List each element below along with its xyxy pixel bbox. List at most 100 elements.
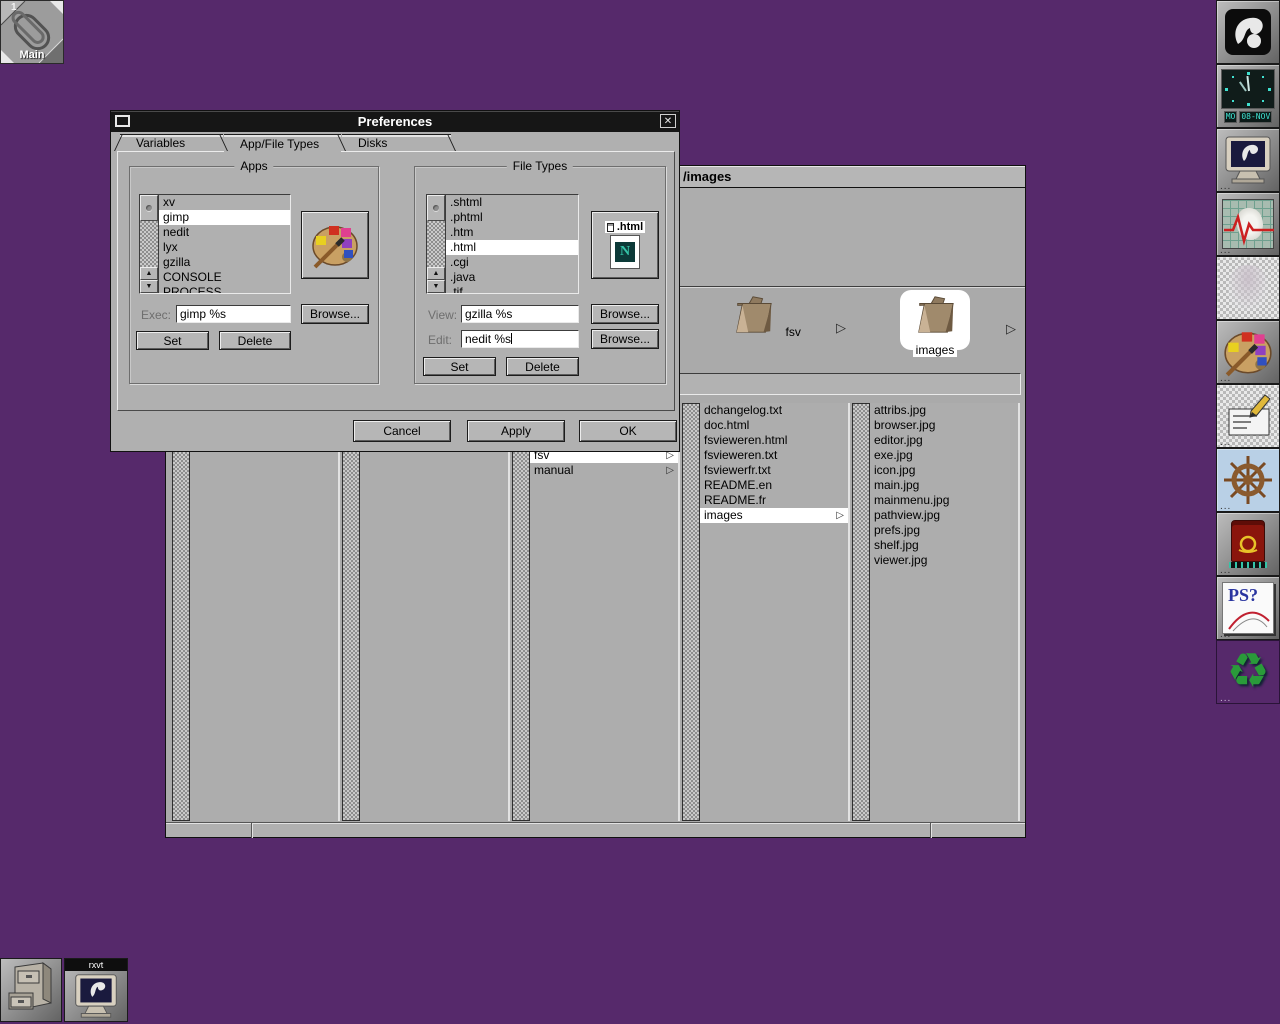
dock-tile-recycler[interactable]: ♻ ... (1216, 640, 1280, 704)
file-row[interactable]: manual▷ (530, 463, 678, 478)
monitor-icon (72, 973, 120, 1019)
file-row[interactable]: fsvieweren.html (700, 433, 848, 448)
dialog-titlebar[interactable]: Preferences (111, 111, 679, 132)
dock-tile-mailbox[interactable]: ... (1216, 512, 1280, 576)
column-scrollbar[interactable] (172, 403, 190, 821)
file-row[interactable]: fsviewerfr.txt (700, 463, 848, 478)
filetypes-list-scrollbar[interactable]: ▲ ▼ (427, 195, 446, 293)
file-row[interactable]: mainmenu.jpg (870, 493, 1018, 508)
clock-lcd-row: MO 08-NOV (1224, 111, 1273, 123)
column-scrollbar[interactable] (342, 403, 360, 821)
view-input[interactable]: gzilla %s (461, 305, 579, 323)
apps-delete-button[interactable]: Delete (219, 331, 291, 350)
file-row[interactable]: pathview.jpg (870, 508, 1018, 523)
dock-tile-mail-compose[interactable]: ... (1216, 384, 1280, 448)
filetype-icon-button[interactable]: .html N (591, 211, 659, 279)
filetypes-set-button[interactable]: Set (423, 357, 496, 376)
column-scrollbar[interactable] (682, 403, 700, 821)
file-row[interactable]: README.fr (700, 493, 848, 508)
clock-date: 08-NOV (1239, 111, 1272, 123)
scroll-up-icon: ▲ (433, 270, 440, 277)
list-item[interactable]: .tif (446, 285, 578, 293)
list-item[interactable]: .phtml (446, 210, 578, 225)
list-item[interactable]: gimp (159, 210, 290, 225)
file-row[interactable]: main.jpg (870, 478, 1018, 493)
exec-input[interactable]: gimp %s (176, 305, 291, 323)
subdir-arrow-icon: ▷ (666, 463, 674, 478)
path-folder-fsv[interactable]: fsv (726, 292, 806, 341)
dock-tile-system-monitor[interactable]: ... (1216, 192, 1280, 256)
mailbox-icon (1231, 520, 1265, 568)
file-row[interactable]: shelf.jpg (870, 538, 1018, 553)
ok-button[interactable]: OK (579, 420, 677, 442)
window-resizebar[interactable] (166, 822, 1025, 837)
app-icon-button[interactable] (301, 211, 369, 279)
file-row[interactable]: editor.jpg (870, 433, 1018, 448)
scroll-up-button[interactable]: ▲ (140, 267, 158, 280)
view-browse-button[interactable]: Browse... (591, 304, 659, 324)
apps-set-button[interactable]: Set (136, 331, 209, 350)
list-item[interactable]: .cgi (446, 255, 578, 270)
list-item[interactable]: .java (446, 270, 578, 285)
apply-button[interactable]: Apply (467, 420, 565, 442)
list-item[interactable]: xv (159, 195, 290, 210)
list-item[interactable]: lyx (159, 240, 290, 255)
dock-tile-terminal[interactable]: ... (1216, 128, 1280, 192)
column-scrollbar[interactable] (512, 403, 530, 821)
workspace-number: 1 (11, 2, 17, 13)
folder-icon (728, 292, 778, 336)
miniaturize-button[interactable] (115, 115, 130, 127)
apps-list-scrollbar[interactable]: ▲ ▼ (140, 195, 159, 293)
apps-browse-button[interactable]: Browse... (301, 304, 369, 324)
file-row[interactable]: fsvieweren.txt (700, 448, 848, 463)
list-item[interactable]: CONSOLE (159, 270, 290, 285)
edit-browse-button[interactable]: Browse... (591, 329, 659, 349)
list-item[interactable]: .shtml (446, 195, 578, 210)
tab-variables[interactable]: Variables (120, 134, 223, 151)
path-folder-images[interactable]: images (895, 292, 975, 359)
postscript-icon: PS? (1222, 582, 1274, 634)
dock-tile-ghostview[interactable]: PS? ... (1216, 576, 1280, 640)
html-file-type-header: .html (605, 221, 645, 233)
column-scrollbar[interactable] (852, 403, 870, 821)
scrollbar-thumb[interactable] (140, 195, 158, 221)
list-item[interactable]: nedit (159, 225, 290, 240)
dock-tile-gimp[interactable]: ... (1216, 320, 1280, 384)
miniwindow-filemanager[interactable] (0, 958, 62, 1022)
file-row[interactable]: attribs.jpg (870, 403, 1018, 418)
file-row[interactable]: images▷ (700, 508, 848, 523)
file-row[interactable]: prefs.jpg (870, 523, 1018, 538)
close-button[interactable]: ✕ (660, 114, 676, 128)
file-row[interactable]: doc.html (700, 418, 848, 433)
scroll-down-button[interactable]: ▼ (140, 280, 158, 293)
list-item[interactable]: PROCESS (159, 285, 290, 293)
edit-label: Edit: (428, 333, 452, 347)
dock-tile-helm[interactable]: ... (1216, 448, 1280, 512)
file-row[interactable]: dchangelog.txt (700, 403, 848, 418)
list-item[interactable]: .htm (446, 225, 578, 240)
tab-disks[interactable]: Disks (342, 134, 451, 151)
file-cabinet-icon (1, 959, 61, 1021)
list-item[interactable]: gzilla (159, 255, 290, 270)
workspace-clip[interactable]: 1 Main (0, 0, 64, 64)
dock-tile-clock[interactable]: MO 08-NOV (1216, 64, 1280, 128)
cancel-button[interactable]: Cancel (353, 420, 451, 442)
scroll-down-button[interactable]: ▼ (427, 280, 445, 293)
file-row[interactable]: viewer.jpg (870, 553, 1018, 568)
preferences-dialog: Preferences ✕ Variables App/File Types D… (110, 110, 680, 452)
scrollbar-thumb[interactable] (427, 195, 445, 221)
dock-tile-ghost[interactable] (1216, 256, 1280, 320)
file-row[interactable]: exe.jpg (870, 448, 1018, 463)
dock-tile-wmaker[interactable] (1216, 0, 1280, 64)
scroll-up-button[interactable]: ▲ (427, 267, 445, 280)
browser-column-2 (342, 403, 510, 821)
tab-app-file-types[interactable]: App/File Types (224, 134, 341, 153)
folder-icon (910, 292, 960, 336)
file-row[interactable]: README.en (700, 478, 848, 493)
file-row[interactable]: icon.jpg (870, 463, 1018, 478)
file-row[interactable]: browser.jpg (870, 418, 1018, 433)
edit-input[interactable]: nedit %s (461, 330, 579, 348)
filetypes-delete-button[interactable]: Delete (506, 357, 579, 376)
miniwindow-rxvt[interactable]: rxvt (64, 958, 128, 1022)
list-item[interactable]: .html (446, 240, 578, 255)
